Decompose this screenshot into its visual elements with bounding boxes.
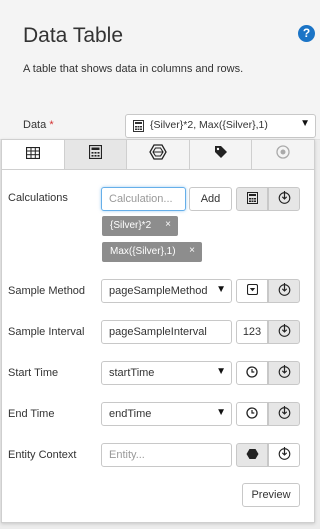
end-time-type-button[interactable] — [236, 402, 268, 426]
sample-method-value: pageSampleMethod — [109, 285, 208, 297]
calculation-chip: Max({Silver},1) × — [102, 242, 202, 262]
sample-method-pin-button[interactable] — [268, 279, 300, 303]
sample-method-select[interactable]: pageSampleMethod ▼ — [101, 279, 232, 303]
sample-method-label: Sample Method — [8, 285, 86, 297]
tab-settings[interactable] — [252, 140, 314, 169]
calculator-icon — [246, 191, 258, 207]
hexagon-asset-icon — [149, 144, 167, 165]
start-time-value: startTime — [109, 367, 155, 379]
calculator-icon — [133, 120, 144, 135]
data-label: Data * — [23, 119, 54, 131]
calculation-chip: {Silver}*2 × — [102, 216, 178, 236]
entity-context-label: Entity Context — [8, 449, 77, 461]
download-circle-icon — [278, 324, 291, 340]
end-time-value: endTime — [109, 408, 152, 420]
hexagon-icon — [246, 448, 259, 463]
clock-icon — [246, 365, 258, 381]
sample-interval-label: Sample Interval — [8, 326, 85, 338]
close-icon[interactable]: × — [189, 245, 195, 256]
start-time-select[interactable]: startTime ▼ — [101, 361, 232, 385]
chip-label: Max({Silver},1) — [110, 246, 176, 257]
required-marker: * — [49, 119, 54, 131]
start-time-type-button[interactable] — [236, 361, 268, 385]
clock-icon — [246, 406, 258, 422]
data-config-panel: Calculations Calculation... Add {Silver}… — [1, 139, 315, 523]
number-icon: 123 — [242, 326, 262, 338]
sample-interval-value: pageSampleInterval — [109, 326, 207, 338]
calculations-label: Calculations — [8, 192, 68, 204]
end-time-label: End Time — [8, 408, 55, 420]
start-time-pin-button[interactable] — [268, 361, 300, 385]
tab-bar — [2, 140, 314, 170]
header-panel: Data Table ? A table that shows data in … — [0, 0, 320, 140]
add-calculation-button[interactable]: Add — [189, 187, 232, 211]
entity-context-type-button[interactable] — [236, 443, 268, 467]
calculation-input[interactable]: Calculation... — [101, 187, 186, 211]
entity-context-input[interactable]: Entity... — [101, 443, 232, 467]
tab-assets[interactable] — [127, 140, 190, 169]
chip-label: {Silver}*2 — [110, 220, 152, 231]
sample-interval-type-button[interactable]: 123 — [236, 320, 268, 344]
end-time-select[interactable]: endTime ▼ — [101, 402, 232, 426]
download-circle-icon — [278, 406, 291, 422]
tag-icon — [214, 145, 228, 164]
download-circle-icon — [278, 447, 291, 463]
end-time-pin-button[interactable] — [268, 402, 300, 426]
data-select[interactable]: {Silver}*2, Max({Silver},1) ▼ — [125, 114, 316, 138]
dropdown-box-icon — [246, 283, 258, 298]
calculator-button[interactable] — [236, 187, 268, 211]
download-circle-icon — [278, 191, 291, 207]
sample-interval-select[interactable]: pageSampleInterval — [101, 320, 232, 344]
table-icon — [25, 146, 40, 164]
download-circle-icon — [278, 283, 291, 299]
close-icon[interactable]: × — [165, 219, 171, 230]
start-time-label: Start Time — [8, 367, 59, 379]
sample-interval-pin-button[interactable] — [268, 320, 300, 344]
calculator-icon — [88, 144, 102, 164]
data-select-value: {Silver}*2, Max({Silver},1) — [150, 119, 268, 131]
chevron-down-icon: ▼ — [216, 407, 226, 418]
preview-button[interactable]: Preview — [242, 483, 300, 507]
calculation-pin-button[interactable] — [268, 187, 300, 211]
circle-dot-icon — [276, 145, 290, 164]
tab-tags[interactable] — [189, 140, 253, 169]
chevron-down-icon: ▼ — [216, 284, 226, 295]
download-circle-icon — [278, 365, 291, 381]
chevron-down-icon: ▼ — [300, 118, 310, 129]
help-icon[interactable]: ? — [298, 25, 315, 42]
page-title: Data Table — [23, 24, 124, 47]
chevron-down-icon: ▼ — [216, 366, 226, 377]
tab-calculations[interactable] — [64, 140, 128, 169]
page-description: A table that shows data in columns and r… — [23, 63, 244, 75]
tab-table[interactable] — [2, 140, 65, 169]
sample-method-type-button[interactable] — [236, 279, 268, 303]
entity-context-pin-button[interactable] — [268, 443, 300, 467]
